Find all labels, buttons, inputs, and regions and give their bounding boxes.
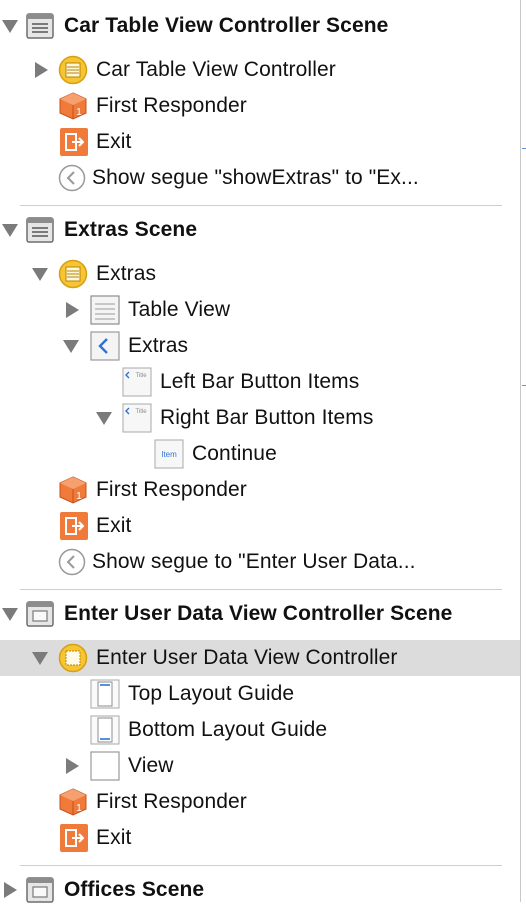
item-label: Continue [192, 442, 277, 465]
exit-icon [60, 128, 88, 156]
outline-item-right-bar-button-items[interactable]: Title Right Bar Button Items [0, 400, 520, 436]
disclosure-triangle-icon[interactable] [66, 302, 79, 318]
outline-item-car-table-controller[interactable]: Car Table View Controller [0, 52, 520, 88]
segue-icon [58, 548, 86, 576]
item-label: View [128, 754, 174, 777]
view-controller-icon [58, 643, 88, 673]
outline-item-first-responder[interactable]: 1 First Responder [0, 88, 520, 124]
outline-item-top-layout-guide[interactable]: Top Layout Guide [0, 676, 520, 712]
scene-icon [26, 217, 54, 243]
outline-item-view[interactable]: View [0, 748, 520, 784]
scene-icon [26, 13, 54, 39]
item-label: First Responder [96, 94, 247, 117]
scene-divider [20, 865, 502, 866]
disclosure-triangle-icon[interactable] [63, 340, 79, 353]
outline-item-exit[interactable]: Exit [0, 124, 520, 160]
disclosure-triangle-icon[interactable] [32, 652, 48, 665]
exit-icon [60, 824, 88, 852]
canvas-edge-mark [522, 148, 526, 149]
scene-title: Enter User Data View Controller Scene [64, 602, 453, 625]
item-label: Enter User Data View Controller [96, 646, 398, 669]
scene-icon [26, 601, 54, 627]
item-label: Table View [128, 298, 231, 321]
outline-item-enter-user-data-controller[interactable]: Enter User Data View Controller [0, 640, 520, 676]
disclosure-triangle-icon[interactable] [2, 224, 18, 237]
first-responder-icon: 1 [59, 788, 87, 816]
item-label: Exit [96, 826, 132, 849]
disclosure-triangle-icon[interactable] [2, 608, 18, 621]
disclosure-triangle-icon[interactable] [32, 268, 48, 281]
canvas-edge-mark [522, 385, 526, 386]
pane-divider[interactable] [520, 0, 521, 902]
exit-icon [60, 512, 88, 540]
table-view-icon [90, 295, 120, 325]
segue-icon [58, 164, 86, 192]
item-label: Right Bar Button Items [160, 406, 374, 429]
outline-item-continue[interactable]: Item Continue [0, 436, 520, 472]
item-label: Show segue to "Enter User Data... [92, 550, 416, 573]
outline-item-extras-controller[interactable]: Extras [0, 256, 520, 292]
disclosure-triangle-icon[interactable] [2, 20, 18, 33]
outline-item-navigation-item[interactable]: Extras [0, 328, 520, 364]
item-label: First Responder [96, 478, 247, 501]
bar-button-item-icon: Item [154, 439, 184, 469]
bar-button-items-icon: Title [122, 367, 152, 397]
navigation-item-icon [90, 331, 120, 361]
scene-row-car-table[interactable]: Car Table View Controller Scene [0, 8, 520, 44]
disclosure-triangle-icon[interactable] [66, 758, 79, 774]
item-label: Show segue "showExtras" to "Ex... [92, 166, 419, 189]
outline-item-table-view[interactable]: Table View [0, 292, 520, 328]
table-view-controller-icon [58, 55, 88, 85]
layout-guide-icon [90, 715, 120, 745]
disclosure-triangle-icon[interactable] [96, 412, 112, 425]
document-outline: Car Table View Controller Scene Car Tabl… [0, 0, 520, 903]
scene-divider [20, 589, 502, 590]
outline-item-bottom-layout-guide[interactable]: Bottom Layout Guide [0, 712, 520, 748]
scene-row-offices[interactable]: Offices Scene [0, 872, 520, 908]
svg-text:1: 1 [76, 107, 82, 118]
item-label: First Responder [96, 790, 247, 813]
disclosure-triangle-icon[interactable] [35, 62, 48, 78]
outline-item-first-responder[interactable]: 1 First Responder [0, 472, 520, 508]
disclosure-triangle-icon[interactable] [4, 882, 17, 898]
first-responder-icon: 1 [59, 92, 87, 120]
layout-guide-icon [90, 679, 120, 709]
outline-item-left-bar-button-items[interactable]: Title Left Bar Button Items [0, 364, 520, 400]
item-label: Extras [128, 334, 189, 357]
scene-title: Car Table View Controller Scene [64, 14, 389, 37]
item-label: Extras [96, 262, 157, 285]
scene-title: Extras Scene [64, 218, 198, 241]
bar-button-items-icon: Title [122, 403, 152, 433]
scene-divider [20, 205, 502, 206]
first-responder-icon: 1 [59, 476, 87, 504]
svg-text:1: 1 [76, 803, 82, 814]
outline-item-segue[interactable]: Show segue to "Enter User Data... [0, 544, 520, 580]
svg-text:Item: Item [161, 450, 177, 459]
item-label: Bottom Layout Guide [128, 718, 328, 741]
outline-item-segue[interactable]: Show segue "showExtras" to "Ex... [0, 160, 520, 196]
outline-item-exit[interactable]: Exit [0, 820, 520, 856]
outline-item-exit[interactable]: Exit [0, 508, 520, 544]
view-icon [90, 751, 120, 781]
svg-text:Title: Title [135, 373, 147, 379]
outline-item-first-responder[interactable]: 1 First Responder [0, 784, 520, 820]
scene-row-enter-user-data[interactable]: Enter User Data View Controller Scene [0, 596, 520, 632]
table-view-controller-icon [58, 259, 88, 289]
svg-text:1: 1 [76, 491, 82, 502]
item-label: Left Bar Button Items [160, 370, 360, 393]
item-label: Top Layout Guide [128, 682, 295, 705]
svg-text:Title: Title [135, 409, 147, 415]
scene-row-extras[interactable]: Extras Scene [0, 212, 520, 248]
scene-title: Offices Scene [64, 878, 205, 901]
item-label: Exit [96, 514, 132, 537]
scene-icon [26, 877, 54, 903]
item-label: Car Table View Controller [96, 58, 336, 81]
item-label: Exit [96, 130, 132, 153]
